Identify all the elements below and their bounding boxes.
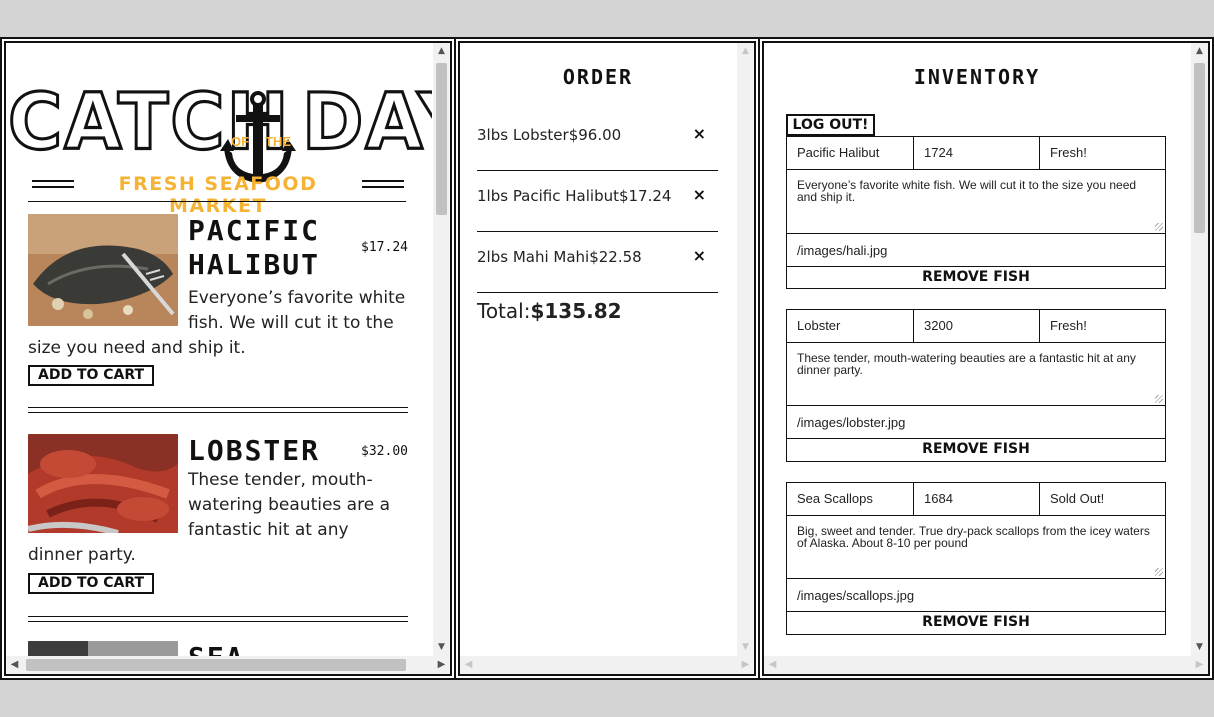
item-price: $32.00 (361, 444, 408, 459)
menu-panel[interactable]: CATCH DAY OF THE FRESH SEAFOOD MARKET (0, 37, 456, 680)
item-description-wrap: Everyone’s favorite white fish. We will … (28, 286, 408, 361)
add-to-cart-button[interactable]: ADD TO CART (28, 573, 155, 594)
order-total-label: Total: (477, 299, 531, 323)
log-out-button[interactable]: LOG OUT! (786, 114, 875, 136)
fish-image-field[interactable]: /images/scallops.jpg (787, 579, 1165, 612)
tagline-left-rule (32, 180, 74, 188)
inventory-fish-card: Lobster 3200 Fresh! These tender, mouth-… (786, 309, 1166, 462)
resize-grip-icon[interactable] (1155, 568, 1163, 576)
fish-status-select[interactable]: Fresh! (1039, 310, 1165, 342)
scroll-thumb[interactable] (436, 63, 447, 215)
header-divider (28, 201, 406, 202)
logo-of-text: OF (231, 134, 250, 149)
remove-fish-button[interactable]: REMOVE FISH (787, 439, 1165, 460)
item-name-line1: SEA (188, 641, 245, 656)
fish-description-text: Big, sweet and tender. True dry-pack sca… (797, 524, 1150, 550)
order-total: Total:$135.82 (477, 299, 622, 323)
resize-grip-icon[interactable] (1155, 395, 1163, 403)
fish-image-field[interactable]: /images/lobster.jpg (787, 406, 1165, 439)
order-line-text: 1lbs Pacific Halibut$17.24 (477, 187, 672, 205)
remove-fish-button[interactable]: REMOVE FISH (787, 267, 1165, 288)
fish-name-field[interactable]: Lobster (787, 310, 913, 342)
tagline-row: FRESH SEAFOOD MARKET (32, 172, 404, 217)
vertical-scrollbar[interactable]: ▲ ▼ (737, 43, 754, 656)
order-row: 3lbs Lobster$96.00 × (477, 110, 718, 171)
fish-status-select[interactable]: Sold Out! (1039, 483, 1165, 515)
order-row: 2lbs Mahi Mahi$22.58 × (477, 232, 718, 293)
inventory-fish-card: Pacific Halibut 1724 Fresh! Everyone’s f… (786, 136, 1166, 289)
fish-status-select[interactable]: Fresh! (1039, 137, 1165, 169)
fish-description-textarea[interactable]: Everyone’s favorite white fish. We will … (787, 170, 1165, 234)
scroll-right-arrow-icon[interactable]: ▶ (1191, 656, 1208, 674)
scroll-left-arrow-icon[interactable]: ◀ (764, 656, 781, 674)
menu-item-pacific-halibut: PACIFIC HALIBUT $17.24 Everyone’s favori… (28, 214, 408, 394)
scroll-thumb[interactable] (1194, 63, 1205, 233)
horizontal-scrollbar[interactable]: ◀ ▶ (764, 656, 1208, 674)
item-name-line2: HALIBUT (188, 248, 321, 281)
tagline-right-rule (362, 180, 404, 188)
fish-name-field[interactable]: Pacific Halibut (787, 137, 913, 169)
order-total-value: $135.82 (530, 299, 622, 323)
resize-grip-icon[interactable] (1155, 223, 1163, 231)
tagline: FRESH SEAFOOD MARKET (118, 173, 318, 217)
vertical-scrollbar[interactable]: ▲ ▼ (1191, 43, 1208, 656)
item-name-line1: LOBSTER (188, 434, 321, 467)
remove-order-icon[interactable]: × (693, 124, 706, 143)
catch-of-the-day-logo: CATCH DAY OF THE (7, 69, 432, 189)
scroll-left-arrow-icon[interactable]: ◀ (460, 656, 477, 674)
order-title: ORDER (562, 65, 634, 89)
inventory-fish-fields: Sea Scallops 1684 Sold Out! (787, 483, 1165, 516)
inventory-fish-fields: Pacific Halibut 1724 Fresh! (787, 137, 1165, 170)
scroll-down-arrow-icon[interactable]: ▼ (433, 639, 450, 656)
inventory-fish-fields: Lobster 3200 Fresh! (787, 310, 1165, 343)
fish-description-text: Everyone’s favorite white fish. We will … (797, 178, 1137, 204)
fish-price-field[interactable]: 1684 (913, 483, 1039, 515)
scroll-up-arrow-icon[interactable]: ▲ (433, 43, 450, 60)
float-spacer (28, 468, 188, 536)
scroll-right-arrow-icon[interactable]: ▶ (433, 656, 450, 674)
scroll-left-arrow-icon[interactable]: ◀ (6, 656, 23, 674)
horizontal-scrollbar[interactable]: ◀ ▶ (6, 656, 450, 674)
order-panel: ORDER 3lbs Lobster$96.00 × 1lbs Pacific … (454, 37, 760, 680)
logo-the-text: THE (265, 134, 291, 149)
inventory-panel: INVENTORY LOG OUT! Pacific Halibut 1724 … (758, 37, 1214, 680)
fish-description-textarea[interactable]: Big, sweet and tender. True dry-pack sca… (787, 516, 1165, 579)
order-line-text: 3lbs Lobster$96.00 (477, 126, 622, 144)
menu-item-lobster: LOBSTER $32.00 These tender, mouth-water… (28, 434, 408, 609)
item-divider (28, 407, 408, 413)
horizontal-scrollbar[interactable]: ◀ ▶ (460, 656, 754, 674)
scroll-thumb[interactable] (26, 659, 406, 671)
item-price: $17.24 (361, 240, 408, 255)
scroll-down-arrow-icon[interactable]: ▼ (1191, 639, 1208, 656)
remove-fish-button[interactable]: REMOVE FISH (787, 612, 1165, 633)
order-row: 1lbs Pacific Halibut$17.24 × (477, 171, 718, 232)
fish-price-field[interactable]: 3200 (913, 310, 1039, 342)
item-name-line1: PACIFIC (188, 214, 321, 247)
scroll-up-arrow-icon[interactable]: ▲ (737, 43, 754, 60)
vertical-scrollbar[interactable]: ▲ ▼ (433, 43, 450, 656)
menu-content: CATCH DAY OF THE FRESH SEAFOOD MARKET (6, 43, 432, 656)
add-to-cart-button[interactable]: ADD TO CART (28, 365, 155, 386)
fish-description-text: These tender, mouth-watering beauties ar… (797, 351, 1136, 377)
order-line-text: 2lbs Mahi Mahi$22.58 (477, 248, 642, 266)
fish-image-field[interactable]: /images/hali.jpg (787, 234, 1165, 267)
fish-name-field[interactable]: Sea Scallops (787, 483, 913, 515)
fish-description-textarea[interactable]: These tender, mouth-watering beauties ar… (787, 343, 1165, 406)
inventory-content: INVENTORY LOG OUT! Pacific Halibut 1724 … (764, 43, 1190, 656)
scallops-photo (28, 641, 178, 656)
float-spacer (28, 286, 188, 330)
item-description-wrap: These tender, mouth-watering beauties ar… (28, 468, 408, 568)
remove-order-icon[interactable]: × (693, 185, 706, 204)
scroll-right-arrow-icon[interactable]: ▶ (737, 656, 754, 674)
logo-word-day: DAY (300, 76, 432, 168)
fish-price-field[interactable]: 1724 (913, 137, 1039, 169)
remove-order-icon[interactable]: × (693, 246, 706, 265)
inventory-fish-card: Sea Scallops 1684 Sold Out! Big, sweet a… (786, 482, 1166, 635)
menu-item-sea-scallops: SEA (28, 641, 408, 656)
scroll-down-arrow-icon[interactable]: ▼ (737, 639, 754, 656)
order-content: ORDER 3lbs Lobster$96.00 × 1lbs Pacific … (460, 43, 736, 656)
scroll-up-arrow-icon[interactable]: ▲ (1191, 43, 1208, 60)
inventory-title: INVENTORY (913, 65, 1041, 89)
item-divider (28, 616, 408, 622)
